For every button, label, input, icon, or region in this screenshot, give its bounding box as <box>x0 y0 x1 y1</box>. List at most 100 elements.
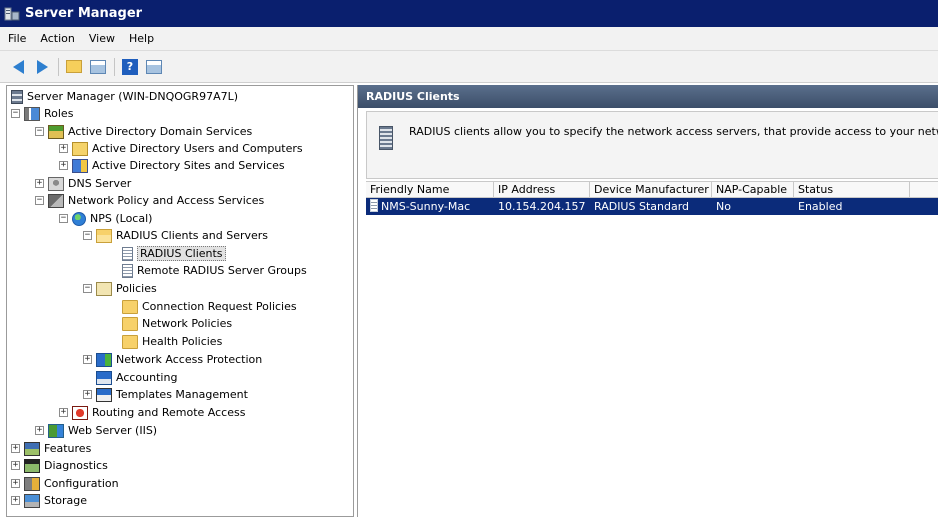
column-header-status[interactable]: Status <box>794 182 910 197</box>
accounting-icon <box>96 370 112 385</box>
tree-item-label: Web Server (IIS) <box>68 424 158 437</box>
tree-item-network-access-protection[interactable]: + Network Access Protection <box>83 351 262 368</box>
collapse-icon[interactable]: − <box>11 109 20 118</box>
menu-action[interactable]: Action <box>40 32 74 45</box>
info-description: RADIUS clients allow you to specify the … <box>409 125 938 138</box>
tree-item-radius-clients-servers[interactable]: − RADIUS Clients and Servers <box>83 227 268 244</box>
tree-item-web-server-iis[interactable]: + Web Server (IIS) <box>35 422 157 439</box>
tree-item-storage[interactable]: + Storage <box>11 492 87 509</box>
tree-item-configuration[interactable]: + Configuration <box>11 475 119 492</box>
tree-item-ad-ds[interactable]: − Active Directory Domain Services <box>35 123 252 140</box>
column-header-extra[interactable] <box>910 182 938 197</box>
tree-item-label: DNS Server <box>68 177 132 190</box>
folder-icon <box>122 299 138 314</box>
table-row[interactable]: NMS-Sunny-Mac 10.154.204.157 RADIUS Stan… <box>366 198 938 215</box>
policies-icon <box>96 281 112 296</box>
cell-ip-address: 10.154.204.157 <box>498 200 586 213</box>
tree-item-radius-clients[interactable]: RADIUS Clients <box>122 245 226 262</box>
tree-item-ad-sites-services[interactable]: + Active Directory Sites and Services <box>59 157 285 174</box>
tree-item-label: RADIUS Clients <box>137 246 226 261</box>
expand-icon[interactable]: + <box>35 426 44 435</box>
menu-help[interactable]: Help <box>129 32 154 45</box>
expand-icon[interactable]: + <box>59 161 68 170</box>
tree-item-remote-radius-groups[interactable]: Remote RADIUS Server Groups <box>122 262 307 279</box>
tree-item-features[interactable]: + Features <box>11 440 91 457</box>
tree-item-label: Network Policy and Access Services <box>68 194 265 207</box>
expand-icon[interactable]: + <box>83 390 92 399</box>
tree-item-policies[interactable]: − Policies <box>83 280 157 297</box>
tree-item-label: Templates Management <box>116 388 248 401</box>
expand-icon[interactable]: + <box>59 144 68 153</box>
features-icon <box>24 441 40 456</box>
tree-item-label: Network Policies <box>142 317 233 330</box>
toolbar-separator <box>58 57 59 76</box>
collapse-icon[interactable]: − <box>83 284 92 293</box>
cell-friendly-name: NMS-Sunny-Mac <box>366 198 494 215</box>
show-hide-action-pane-button[interactable] <box>144 57 164 77</box>
folder-icon <box>122 334 138 349</box>
configuration-icon <box>24 476 40 491</box>
dns-server-icon <box>48 176 64 191</box>
show-hide-console-tree-button[interactable] <box>88 57 108 77</box>
tree-item-dns-server[interactable]: + DNS Server <box>35 175 131 192</box>
tree-item-ad-users-computers[interactable]: + Active Directory Users and Computers <box>59 140 303 157</box>
tree-item-health-policies[interactable]: Health Policies <box>122 333 222 350</box>
expand-icon[interactable]: + <box>11 479 20 488</box>
tree-item-label: RADIUS Clients and Servers <box>116 229 269 242</box>
tree-item-network-policies[interactable]: Network Policies <box>122 315 232 332</box>
tree-item-label: Roles <box>44 107 74 120</box>
help-icon: ? <box>122 58 138 75</box>
expand-icon[interactable]: + <box>83 355 92 364</box>
tree-item-accounting[interactable]: Accounting <box>96 369 177 386</box>
expand-icon[interactable]: + <box>11 444 20 453</box>
tree-item-routing-remote-access[interactable]: + Routing and Remote Access <box>59 404 245 421</box>
tree-item-connection-request-policies[interactable]: Connection Request Policies <box>122 298 297 315</box>
tree-item-templates-management[interactable]: + Templates Management <box>83 386 248 403</box>
column-header-nap-capable[interactable]: NAP-Capable <box>712 182 794 197</box>
tree-item-label: Health Policies <box>142 335 223 348</box>
column-header-ip-address[interactable]: IP Address <box>494 182 590 197</box>
tree-item-label: Active Directory Sites and Services <box>92 159 285 172</box>
tree-item-roles[interactable]: − Roles <box>11 105 73 122</box>
tree-item-nps-local[interactable]: − NPS (Local) <box>59 210 152 227</box>
tree-item-label: Connection Request Policies <box>142 300 297 313</box>
tree-item-label: Configuration <box>44 477 119 490</box>
radius-clients-table: Friendly Name IP Address Device Manufact… <box>366 181 938 215</box>
tree-item-label: Active Directory Domain Services <box>68 125 253 138</box>
console-tree[interactable]: Server Manager (WIN-DNQOGR97A7L) − Roles… <box>6 85 354 517</box>
diagnostics-icon <box>24 458 40 473</box>
toolbar: ? <box>0 51 938 83</box>
tree-item-label: Routing and Remote Access <box>92 406 246 419</box>
ad-ds-icon <box>48 124 64 139</box>
storage-icon <box>24 493 40 508</box>
expand-icon[interactable]: + <box>59 408 68 417</box>
tree-item-server-manager[interactable]: Server Manager (WIN-DNQOGR97A7L) <box>11 88 238 105</box>
menu-file[interactable]: File <box>8 32 26 45</box>
column-header-device-manufacturer[interactable]: Device Manufacturer <box>590 182 712 197</box>
web-server-iis-icon <box>48 423 64 438</box>
collapse-icon[interactable]: − <box>59 214 68 223</box>
collapse-icon[interactable]: − <box>83 231 92 240</box>
show-hide-action-pane-icon <box>146 59 162 74</box>
results-pane-header: RADIUS Clients <box>358 85 938 108</box>
folder-open-icon <box>96 228 112 243</box>
column-header-friendly-name[interactable]: Friendly Name <box>366 182 494 197</box>
menu-view[interactable]: View <box>89 32 115 45</box>
help-button[interactable]: ? <box>120 57 140 77</box>
results-pane: RADIUS Clients RADIUS clients allow you … <box>357 85 938 517</box>
collapse-icon[interactable]: − <box>35 196 44 205</box>
up-one-level-button[interactable] <box>64 57 84 77</box>
npas-icon <box>48 193 64 208</box>
collapse-icon[interactable]: − <box>35 127 44 136</box>
tree-item-diagnostics[interactable]: + Diagnostics <box>11 457 108 474</box>
expand-icon[interactable]: + <box>11 496 20 505</box>
tree-item-npas[interactable]: − Network Policy and Access Services <box>35 192 264 209</box>
forward-button[interactable] <box>32 57 52 77</box>
expand-icon[interactable]: + <box>11 461 20 470</box>
server-icon <box>11 89 23 104</box>
window-title: Server Manager <box>25 6 143 21</box>
server-manager-icon <box>4 6 20 22</box>
expand-icon[interactable]: + <box>35 179 44 188</box>
ad-users-icon <box>72 141 88 156</box>
back-button[interactable] <box>8 57 28 77</box>
